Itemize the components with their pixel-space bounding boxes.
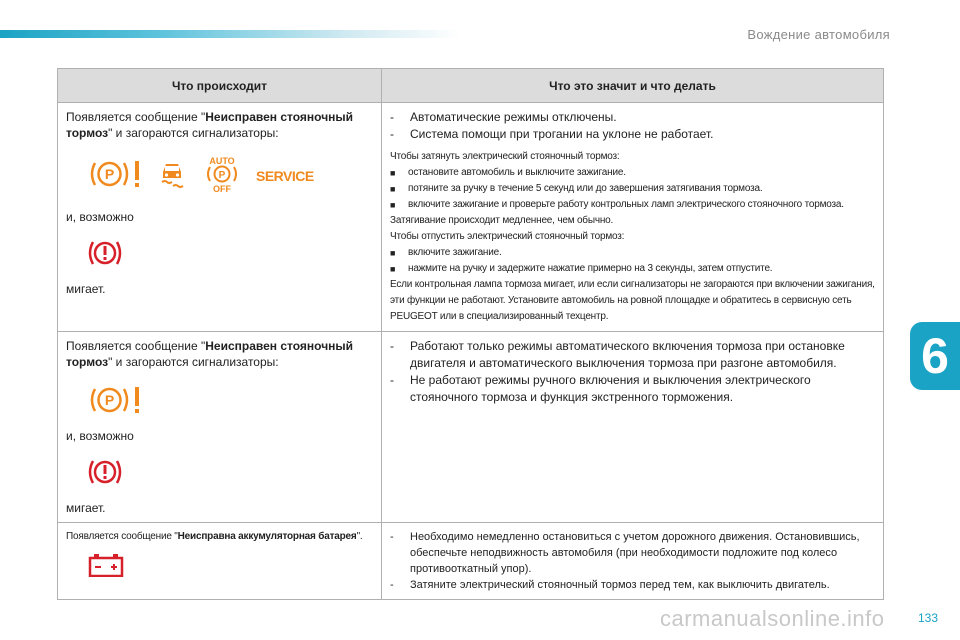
list-item: - Система помощи при трогании на уклоне н… <box>390 127 714 141</box>
list-item: ■ включите зажигание и проверьте работу к… <box>390 197 875 213</box>
instruction-paragraph: Чтобы отпустить электрический стояночный… <box>390 231 625 242</box>
and-possibly-text: и, возможно <box>66 210 134 224</box>
list-item: ■ включите зажигание. <box>390 245 875 261</box>
list-item: - Затяните электрический стояночный тормо… <box>390 579 830 591</box>
warning-lamps: P <box>88 384 373 418</box>
table-header-row: Что происходит Что это значит и что дела… <box>57 68 884 103</box>
cell-action: - Автоматические режимы отключены. - Систе… <box>381 102 884 332</box>
list-item: ■ нажмите на ручку и задержите нажатие пр… <box>390 261 875 277</box>
off-label: OFF <box>213 184 231 193</box>
parking-brake-warning-icon: P <box>88 158 142 194</box>
bullet-icon: ■ <box>390 248 396 258</box>
message-text: Появляется сообщение "Неисправен стояноч… <box>66 110 354 140</box>
list-item: - Необходимо немедленно остановиться с уч… <box>390 531 860 575</box>
and-possibly-text: и, возможно <box>66 429 134 443</box>
bullet-icon: ■ <box>390 168 396 178</box>
parking-brake-warning-icon: P <box>88 387 142 419</box>
brake-fault-icon <box>88 460 122 491</box>
cell-action: - Работают только режимы автоматического … <box>381 331 884 523</box>
list-item: ■ потяните за ручку в течение 5 секунд ил… <box>390 181 875 197</box>
parking-letter: P <box>105 392 114 408</box>
table-row: Появляется сообщение "Неисправен стояноч… <box>57 331 884 523</box>
brake-fault-lamp <box>88 456 373 490</box>
warning-lamps: P AUTO P OFF SERVICE <box>88 155 373 197</box>
blinks-text: мигает. <box>66 501 106 515</box>
table-row: Появляется сообщение "Неисправен стояноч… <box>57 102 884 332</box>
col-header-what-happens: Что происходит <box>57 68 382 103</box>
bullet-icon: ■ <box>390 184 396 194</box>
list-item: - Не работают режимы ручного включения и … <box>390 373 811 404</box>
section-title: Вождение автомобиля <box>747 27 890 42</box>
list-item: ■ остановите автомобиль и выключите зажиг… <box>390 165 875 181</box>
message-text: Появляется сообщение "Неисправна аккумул… <box>66 531 363 542</box>
bullet-icon: ■ <box>390 264 396 274</box>
brake-fault-lamp <box>88 237 373 271</box>
fault-table: Что происходит Что это значит и что дела… <box>57 68 884 600</box>
table-row: Появляется сообщение "Неисправна аккумул… <box>57 522 884 600</box>
auto-label: AUTO <box>209 156 234 166</box>
message-text: Появляется сообщение "Неисправен стояноч… <box>66 339 354 369</box>
list-item: - Автоматические режимы отключены. <box>390 110 617 124</box>
blinks-text: мигает. <box>66 282 106 296</box>
esp-skid-icon <box>156 158 188 194</box>
bullet-icon: ■ <box>390 200 396 210</box>
header-accent-bar <box>0 30 460 38</box>
service-icon: SERVICE <box>256 168 314 184</box>
instruction-paragraph: Затягивание происходит медленнее, чем об… <box>390 215 614 226</box>
cell-symptom: Появляется сообщение "Неисправен стояноч… <box>57 102 382 332</box>
cell-action: - Необходимо немедленно остановиться с уч… <box>381 522 884 600</box>
list-item: - Работают только режимы автоматического … <box>390 339 845 370</box>
parking-letter: P <box>105 166 114 182</box>
battery-icon <box>88 554 124 580</box>
battery-lamp <box>88 553 373 579</box>
instruction-paragraph: Если контрольная лампа тормоза мигает, и… <box>390 279 875 322</box>
page-number: 133 <box>917 611 938 625</box>
parking-letter-auto: P <box>219 170 226 181</box>
chapter-tab: 6 <box>910 322 960 390</box>
col-header-what-to-do: Что это значит и что делать <box>381 68 884 103</box>
instruction-paragraph: Чтобы затянуть электрический стояночный … <box>390 151 620 162</box>
watermark: carmanualsonline.info <box>660 606 885 631</box>
auto-park-off-icon: AUTO P OFF <box>202 155 242 197</box>
cell-symptom: Появляется сообщение "Неисправна аккумул… <box>57 522 382 600</box>
cell-symptom: Появляется сообщение "Неисправен стояноч… <box>57 331 382 523</box>
brake-fault-icon <box>88 241 122 272</box>
